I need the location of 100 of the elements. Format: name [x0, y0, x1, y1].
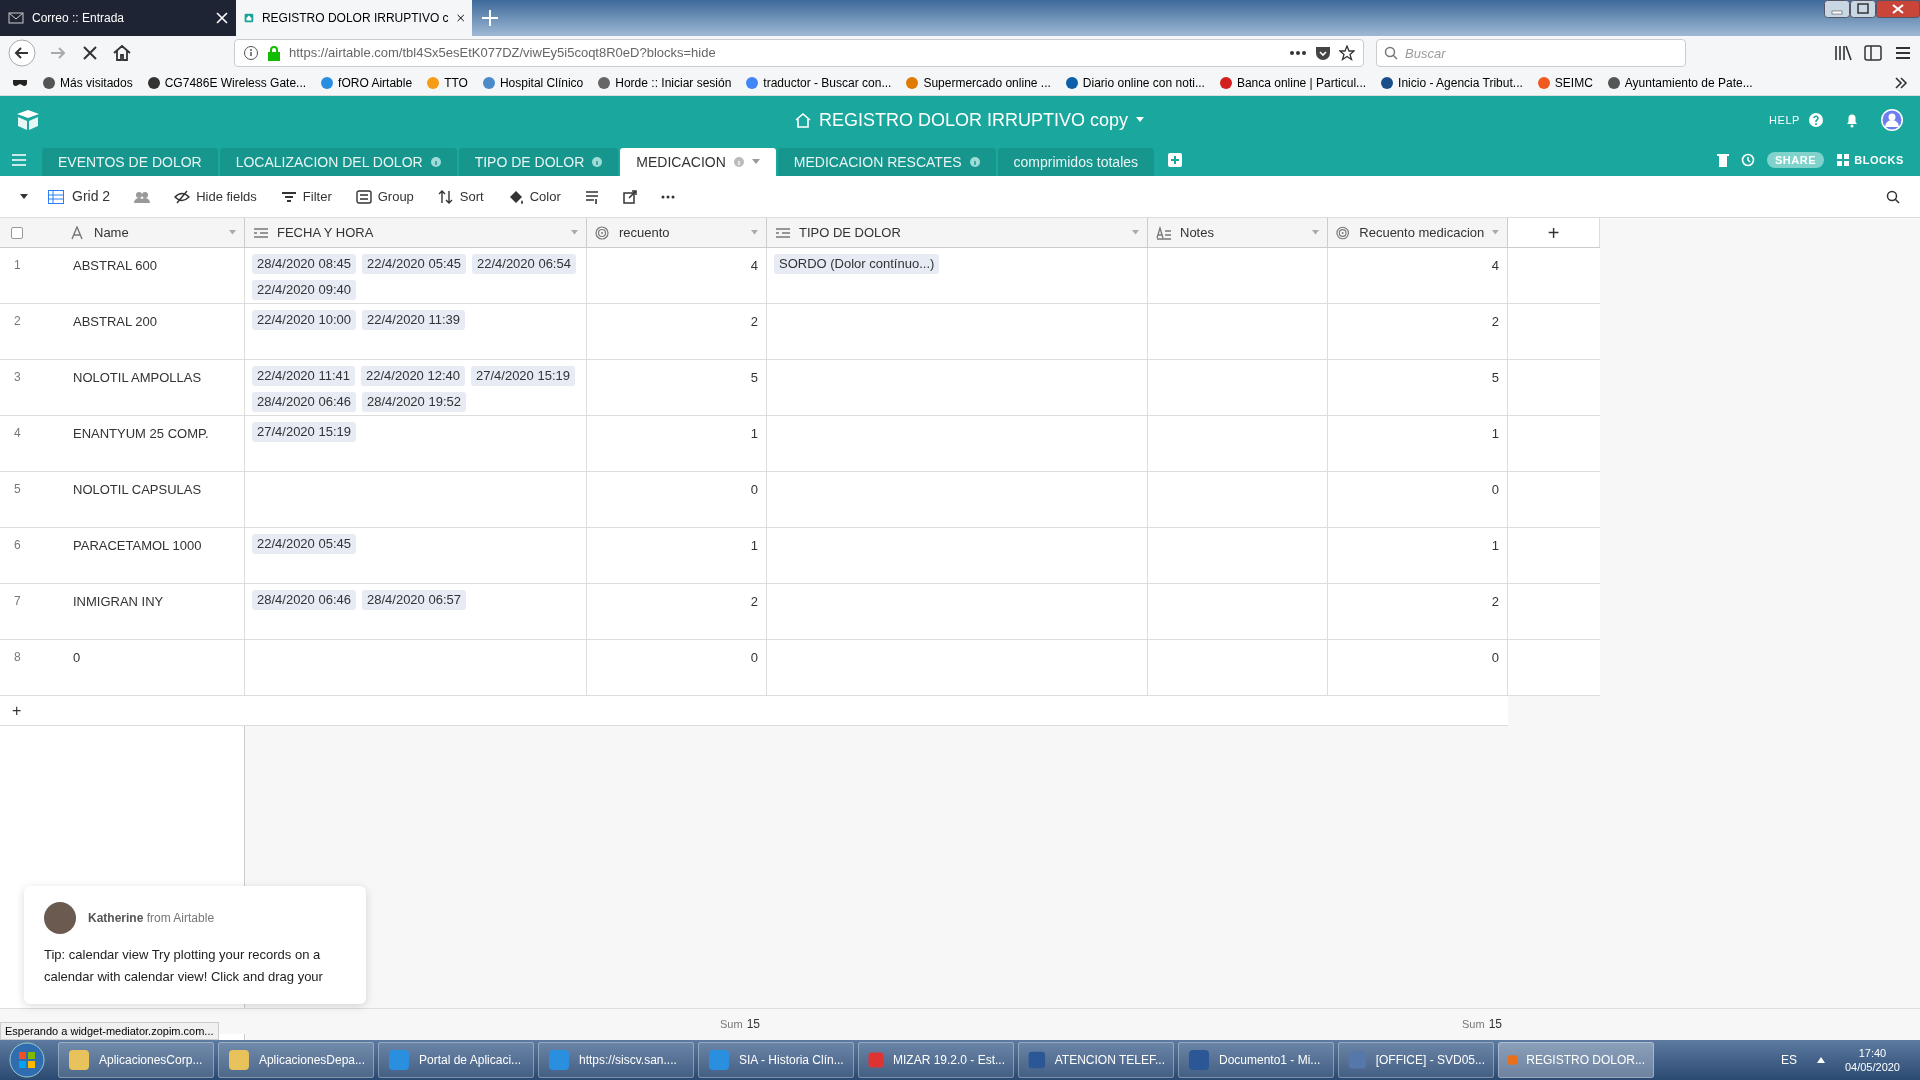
toolbar-button[interactable]: Group [355, 186, 414, 207]
bell-icon[interactable] [1844, 112, 1860, 128]
bookmark[interactable]: Más visitados [42, 73, 133, 92]
more-icon[interactable] [1289, 50, 1307, 56]
menu-icon[interactable] [1894, 44, 1912, 62]
bookmark[interactable]: TTO [426, 73, 468, 92]
summary-value: Sum 15 [1462, 1016, 1502, 1033]
search-field[interactable]: Buscar [1376, 39, 1686, 67]
record-chip[interactable]: 28/4/2020 06:57 [362, 590, 466, 610]
record-chip[interactable]: 22/4/2020 10:00 [252, 310, 356, 330]
caret-icon [229, 230, 236, 235]
lock-icon [267, 45, 281, 61]
taskbar-button[interactable]: Portal de Aplicaci... [378, 1042, 534, 1078]
taskbar-button[interactable]: ATENCION TELEF... [1018, 1042, 1174, 1078]
record-chip[interactable]: 27/4/2020 15:19 [252, 422, 356, 442]
count-cell: 5 [1491, 370, 1499, 385]
sidebar-icon[interactable] [1864, 44, 1882, 62]
trash-icon[interactable] [1717, 153, 1729, 167]
caret-icon [1132, 230, 1139, 235]
library-icon[interactable] [1834, 44, 1852, 62]
record-chip[interactable]: 22/4/2020 09:40 [252, 280, 356, 300]
add-column-button[interactable]: + [1547, 222, 1560, 243]
taskbar-button[interactable]: Documento1 - Mi... [1178, 1042, 1334, 1078]
count-field-icon [595, 225, 611, 240]
bookmark[interactable]: Horde :: Iniciar sesión [597, 73, 732, 92]
browser-tab[interactable]: Correo :: Entrada [0, 0, 236, 36]
select-all-checkbox[interactable] [11, 226, 23, 239]
record-chip[interactable]: 22/4/2020 11:41 [252, 366, 355, 386]
avatar-icon[interactable] [1880, 108, 1904, 132]
language-indicator[interactable]: ES [1780, 1051, 1797, 1069]
app-icon [547, 1048, 571, 1072]
taskbar-button[interactable]: [OFFICE] - SVD05... [1338, 1042, 1494, 1078]
record-chip[interactable]: 22/4/2020 05:45 [252, 534, 356, 554]
pocket-icon[interactable] [1315, 45, 1331, 61]
long-text-icon [1156, 225, 1172, 240]
record-chip[interactable]: 28/4/2020 19:52 [362, 392, 466, 412]
minimize-icon[interactable] [1824, 0, 1850, 18]
column-header[interactable]: Name [62, 218, 245, 247]
browser-tab[interactable]: REGISTRO DOLOR IRRUPTIVO c [236, 0, 472, 36]
clock[interactable]: 17:40 04/05/2020 [1844, 1046, 1900, 1074]
mask-icon [12, 77, 28, 88]
toolbar-button[interactable]: Sort [437, 186, 484, 207]
record-chip[interactable]: 28/4/2020 08:45 [252, 254, 356, 274]
bookmark[interactable]: Banca online | Particul... [1218, 73, 1367, 92]
share-view-icon[interactable] [622, 189, 637, 204]
star-icon[interactable] [1339, 45, 1355, 61]
record-chip[interactable]: 22/4/2020 05:45 [362, 254, 466, 274]
overflow-icon[interactable] [1894, 76, 1908, 89]
restore-icon[interactable] [1850, 0, 1876, 18]
toolbar-button[interactable]: Color [507, 186, 561, 207]
toolbar-button[interactable]: Filter [280, 186, 332, 207]
table-tab[interactable]: MEDICACION [620, 148, 776, 176]
taskbar-button[interactable]: AplicacionesCorp... [58, 1042, 214, 1078]
bookmark[interactable]: Supermercado online ... [905, 73, 1051, 92]
back-icon[interactable] [8, 39, 36, 67]
record-chip[interactable]: 22/4/2020 12:40 [361, 366, 465, 386]
bookmark[interactable]: traductor - Buscar con... [745, 73, 892, 92]
record-chip[interactable]: 22/4/2020 06:54 [471, 254, 576, 274]
record-chip[interactable]: 28/4/2020 06:46 [252, 392, 356, 412]
record-chip[interactable]: 28/4/2020 06:46 [252, 590, 356, 610]
tab-title: REGISTRO DOLOR IRRUPTIVO c [261, 10, 449, 27]
toolbar-button[interactable]: Hide fields [174, 186, 257, 207]
bookmark[interactable]: Inicio - Agencia Tribut... [1380, 73, 1523, 92]
close-icon[interactable] [1876, 0, 1920, 18]
bookmark[interactable]: Hospital Clínico [481, 73, 584, 92]
add-row-button[interactable]: + [12, 702, 22, 719]
history-icon[interactable] [1741, 153, 1755, 167]
count-cell: 0 [1491, 650, 1499, 665]
bookmark[interactable]: Ayuntamiento de Pate... [1606, 73, 1753, 92]
search-icon[interactable] [1886, 189, 1900, 204]
column-header[interactable]: Notes [1148, 218, 1328, 247]
more-icon[interactable] [660, 194, 675, 199]
taskbar-button[interactable]: AplicacionesDepa... [218, 1042, 374, 1078]
address-bar[interactable]: https://airtable.com/tbl4Sx5esEtK077DZ/viwEy5i5coqt8R0eD?blocks=hide [234, 39, 1364, 67]
bookmark[interactable]: Diario online con noti... [1064, 73, 1205, 92]
taskbar-button[interactable]: SIA - Historia Clín... [698, 1042, 854, 1078]
column-header[interactable]: FECHA Y HORA [245, 218, 587, 247]
record-chip[interactable]: 27/4/2020 15:19 [471, 366, 575, 386]
bookmark[interactable]: fORO Airtable [320, 73, 413, 92]
view-switcher[interactable]: Grid 2 [20, 186, 111, 207]
bookmark[interactable]: SEIMC [1536, 73, 1593, 92]
row-number: 7 [14, 594, 21, 608]
home-icon[interactable] [112, 43, 132, 63]
column-header[interactable]: TIPO DE DOLOR [767, 218, 1148, 247]
count-cell: 4 [750, 258, 758, 273]
chat-popup[interactable]: Katherine from Airtable Tip: calendar view Try plotting your records on a calendar with calendar view! Click and drag your [24, 886, 366, 1004]
caret-icon[interactable] [751, 159, 760, 165]
record-chip[interactable]: 22/4/2020 11:39 [362, 310, 465, 330]
add-table-icon[interactable] [1168, 153, 1183, 167]
row-number: 5 [14, 482, 21, 496]
close-icon[interactable] [456, 12, 464, 24]
info-icon [243, 45, 259, 61]
taskbar-button[interactable]: https://siscv.san.... [538, 1042, 694, 1078]
tray-arrow-icon[interactable] [1816, 1057, 1825, 1063]
bookmark[interactable]: CG7486E Wireless Gate... [146, 73, 307, 92]
column-header[interactable]: recuento [587, 218, 767, 247]
row-height-icon[interactable] [584, 189, 599, 204]
record-chip[interactable]: SORDO (Dolor contínuo...) [774, 254, 940, 274]
people-icon[interactable] [134, 190, 151, 203]
taskbar-button[interactable]: MIZAR 19.2.0 - Est... [858, 1042, 1014, 1078]
